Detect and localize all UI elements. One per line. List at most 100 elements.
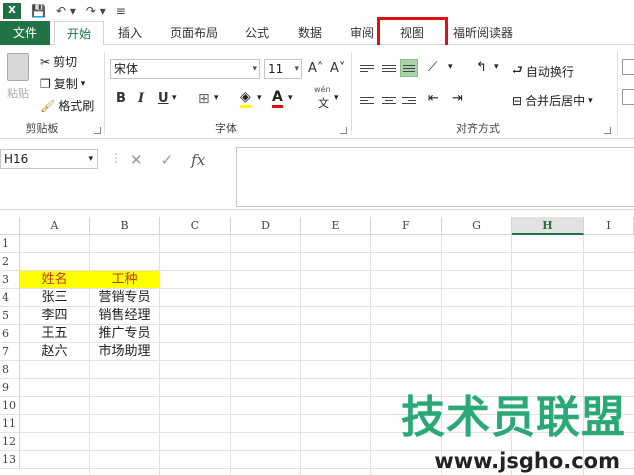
number-format-partial[interactable]	[622, 59, 634, 75]
column-header-e[interactable]: E	[301, 217, 371, 235]
increase-indent-icon[interactable]: ⇥	[452, 91, 463, 106]
row-header[interactable]: 8	[0, 361, 20, 379]
align-top-icon[interactable]	[358, 59, 376, 77]
undo-button[interactable]: ↶ ▾	[56, 4, 76, 18]
column-header-b[interactable]: B	[90, 217, 160, 235]
merge-center-button[interactable]: ⊟ 合并后居中 ▾	[512, 92, 593, 109]
column-header-f[interactable]: F	[371, 217, 442, 235]
align-center-icon[interactable]	[380, 91, 398, 109]
name-box-value: H16	[4, 152, 29, 166]
row-header[interactable]: 10	[0, 397, 20, 415]
formula-input[interactable]	[236, 147, 634, 207]
format-painter-button[interactable]: 🖌 格式刷	[40, 97, 94, 114]
paste-label: 粘贴	[7, 87, 29, 100]
cut-button[interactable]: ✂ 剪切	[40, 53, 77, 70]
chevron-down-icon: ▾	[80, 78, 86, 89]
cell-a7[interactable]: 赵六	[20, 343, 90, 361]
cell-b5[interactable]: 销售经理	[90, 307, 160, 325]
name-box[interactable]: H16 ▾	[0, 149, 98, 169]
bold-button[interactable]: B	[116, 91, 126, 106]
chevron-down-icon[interactable]: ▾	[494, 62, 499, 72]
cell-b6[interactable]: 推广专员	[90, 325, 160, 343]
row-header[interactable]: 2	[0, 253, 20, 271]
row-header[interactable]: 1	[0, 235, 20, 253]
brush-icon: 🖌	[40, 98, 56, 113]
cell-a5[interactable]: 李四	[20, 307, 90, 325]
cell-b3[interactable]: 工种	[90, 271, 160, 289]
number-format-partial[interactable]	[622, 89, 634, 105]
font-name-select[interactable]: 宋体 ▾	[110, 59, 260, 79]
fill-color-icon[interactable]: ◈	[240, 89, 251, 108]
enter-icon[interactable]: ✓	[161, 151, 174, 169]
italic-button[interactable]: I	[138, 91, 144, 106]
row-header[interactable]: 5	[0, 307, 20, 325]
tab-formulas[interactable]: 公式	[237, 21, 277, 45]
tab-data[interactable]: 数据	[290, 21, 330, 45]
chevron-down-icon[interactable]: ▾	[288, 93, 293, 103]
decrease-indent-icon[interactable]: ⇤	[428, 91, 439, 106]
wrap-text-button[interactable]: ⮐ 自动换行	[512, 61, 574, 82]
redo-button[interactable]: ↷ ▾	[86, 4, 106, 18]
border-icon[interactable]: ⊞	[198, 91, 210, 107]
row-header[interactable]: 7	[0, 343, 20, 361]
tab-page-layout[interactable]: 页面布局	[162, 21, 226, 45]
align-left-icon[interactable]	[358, 91, 376, 109]
rtl-direction-icon[interactable]: ↰	[476, 60, 487, 75]
chevron-down-icon[interactable]: ▾	[257, 93, 262, 103]
row-header[interactable]: 9	[0, 379, 20, 397]
chevron-down-icon[interactable]: ▾	[88, 150, 93, 168]
save-icon[interactable]: 💾	[31, 4, 46, 18]
tab-review[interactable]: 审阅	[342, 21, 382, 45]
font-color-icon[interactable]: A	[272, 89, 283, 108]
font-group-label: 字体	[215, 122, 237, 135]
tab-foxit-reader[interactable]: 福昕阅读器	[448, 21, 518, 45]
customize-qat-icon[interactable]: ≡	[116, 4, 126, 18]
row-header[interactable]: 6	[0, 325, 20, 343]
underline-button[interactable]: U	[158, 91, 169, 106]
row-header[interactable]: 3	[0, 271, 20, 289]
font-launcher-icon[interactable]	[340, 127, 347, 134]
watermark-url: www.jsgho.com	[434, 449, 620, 473]
select-all-corner[interactable]	[0, 217, 20, 235]
row-header[interactable]: 13	[0, 451, 20, 469]
tab-insert[interactable]: 插入	[110, 21, 150, 45]
cell-b7[interactable]: 市场助理	[90, 343, 160, 361]
column-header-c[interactable]: C	[160, 217, 231, 235]
paste-button[interactable]: 粘贴	[4, 53, 32, 115]
align-bottom-icon[interactable]	[400, 59, 418, 77]
chevron-down-icon[interactable]: ▾	[214, 93, 219, 103]
tab-home[interactable]: 开始	[54, 21, 104, 46]
splitter-icon[interactable]: ⋮	[110, 151, 122, 165]
column-header-a[interactable]: A	[20, 217, 90, 235]
phonetic-guide-icon[interactable]: 文	[318, 95, 329, 111]
chevron-down-icon[interactable]: ▾	[448, 62, 453, 72]
grow-font-button[interactable]: A˄	[308, 61, 323, 76]
copy-icon: ❐	[40, 76, 51, 91]
row-header[interactable]: 4	[0, 289, 20, 307]
column-header-i[interactable]: I	[584, 217, 634, 235]
cell-a4[interactable]: 张三	[20, 289, 90, 307]
gridline-horizontal	[20, 378, 634, 379]
alignment-launcher-icon[interactable]	[604, 127, 611, 134]
align-right-icon[interactable]	[400, 91, 418, 109]
column-header-g[interactable]: G	[442, 217, 512, 235]
shrink-font-button[interactable]: A˅	[330, 61, 345, 76]
font-size-select[interactable]: 11 ▾	[264, 59, 302, 79]
cell-a3[interactable]: 姓名	[20, 271, 90, 289]
row-header[interactable]: 11	[0, 415, 20, 433]
row-header[interactable]: 12	[0, 433, 20, 451]
column-header-h[interactable]: H	[512, 217, 584, 235]
chevron-down-icon[interactable]: ▾	[172, 93, 177, 103]
chevron-down-icon[interactable]: ▾	[334, 93, 339, 103]
cancel-icon[interactable]: ✕	[130, 151, 143, 169]
clipboard-launcher-icon[interactable]	[94, 127, 101, 134]
column-header-d[interactable]: D	[231, 217, 301, 235]
tab-file[interactable]: 文件	[0, 21, 50, 45]
wrap-text-icon: ⮐	[512, 63, 523, 77]
align-middle-icon[interactable]	[380, 59, 398, 77]
orientation-icon[interactable]: ⟋	[428, 60, 437, 75]
insert-function-icon[interactable]: fx	[191, 151, 205, 169]
cell-a6[interactable]: 王五	[20, 325, 90, 343]
cell-b4[interactable]: 营销专员	[90, 289, 160, 307]
copy-button[interactable]: ❐ 复制 ▾	[40, 75, 85, 92]
